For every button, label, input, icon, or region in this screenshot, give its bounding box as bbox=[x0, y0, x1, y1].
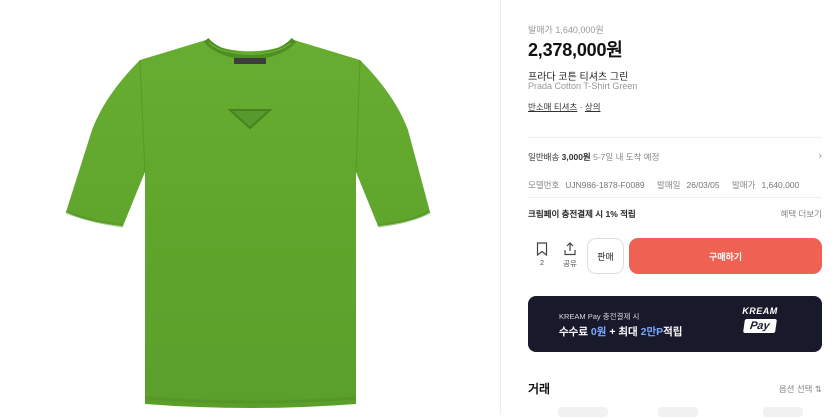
benefit-more-link[interactable]: 혜택 더보기 bbox=[781, 208, 822, 220]
benefit-text: 크림페이 충전결제 시 1% 적립 bbox=[528, 209, 636, 219]
trade-section-title: 거래 bbox=[528, 382, 551, 396]
product-details-row: 모델번호 UJN986-1878-F0089 발매일 26/03/05 발매가 1,6… bbox=[528, 179, 822, 191]
headline-part: + 최대 bbox=[606, 326, 641, 338]
share-label: 공유 bbox=[563, 259, 577, 268]
wishlist-button[interactable]: 2 bbox=[528, 238, 556, 274]
option-select-button[interactable]: 옵션 선택 ⇅ bbox=[779, 383, 822, 395]
model-value: UJN986-1878-F0089 bbox=[565, 180, 645, 190]
product-info-panel: 발매가 1,640,000원 2,378,000원 프라다 코튼 티셔츠 그린 … bbox=[528, 0, 822, 417]
divider bbox=[500, 0, 501, 414]
share-button[interactable]: 공유 bbox=[556, 238, 584, 274]
pay-banner-headline: 수수료 0원 + 최대 2만P적립 bbox=[559, 324, 682, 339]
category-tags: 반소매 티셔츠 · 상의 bbox=[528, 101, 601, 113]
headline-part: 수수료 bbox=[559, 326, 591, 338]
shipping-eta: 5-7일 내 도착 예정 bbox=[593, 152, 660, 162]
shipping-label: 일반배송 bbox=[528, 152, 560, 162]
kream-pay-banner[interactable]: KREAM Pay 충전결제 시 수수료 0원 + 최대 2만P적립 KREAM… bbox=[528, 296, 822, 352]
pay-banner-subtitle: KREAM Pay 충전결제 시 bbox=[559, 312, 640, 321]
current-price: 2,378,000원 bbox=[528, 40, 623, 60]
sell-button[interactable]: 판매 bbox=[587, 238, 624, 274]
shipping-row[interactable]: 일반배송 3,000원 5-7일 내 도착 예정 › bbox=[528, 150, 822, 163]
logo-kream-text: KREAM bbox=[742, 306, 778, 316]
release-date-value: 26/03/05 bbox=[686, 180, 720, 190]
tshirt-image bbox=[65, 37, 431, 408]
headline-part: 적립 bbox=[663, 326, 683, 338]
release-price-hint: 발매가 1,640,000원 bbox=[528, 25, 604, 35]
headline-highlight: 0원 bbox=[590, 326, 607, 338]
wishlist-count: 2 bbox=[539, 258, 545, 267]
chevron-right-icon: › bbox=[818, 150, 822, 162]
tab-placeholder bbox=[763, 407, 803, 417]
headline-highlight: 2만P bbox=[640, 326, 664, 338]
release-price-value: 1,640,000 bbox=[761, 180, 800, 190]
tab-placeholder bbox=[558, 407, 608, 417]
tag-short-sleeve[interactable]: 반소매 티셔츠 bbox=[528, 102, 577, 112]
action-bar: 2 공유 판매 구매하기 bbox=[528, 238, 822, 274]
separator-line bbox=[528, 137, 822, 138]
release-price-label: 발매가 bbox=[731, 180, 756, 190]
tab-placeholder bbox=[658, 407, 698, 417]
share-icon bbox=[564, 242, 576, 256]
product-image-area bbox=[0, 0, 500, 414]
trade-tabs-hint bbox=[528, 407, 822, 417]
separator-line bbox=[528, 197, 822, 198]
logo-pay-text: Pay bbox=[743, 319, 777, 333]
release-date-label: 발매일 bbox=[657, 180, 681, 190]
bookmark-icon bbox=[536, 242, 548, 256]
kream-pay-logo: KREAM Pay bbox=[736, 306, 784, 334]
product-name-en: Prada Cotton T-Shirt Green bbox=[528, 81, 638, 91]
shipping-fee: 3,000원 bbox=[561, 152, 591, 162]
benefit-row: 크림페이 충전결제 시 1% 적립 혜택 더보기 bbox=[528, 208, 822, 220]
buy-button[interactable]: 구매하기 bbox=[629, 238, 822, 274]
model-label: 모델번호 bbox=[528, 180, 560, 190]
tag-top[interactable]: 상의 bbox=[585, 102, 601, 112]
